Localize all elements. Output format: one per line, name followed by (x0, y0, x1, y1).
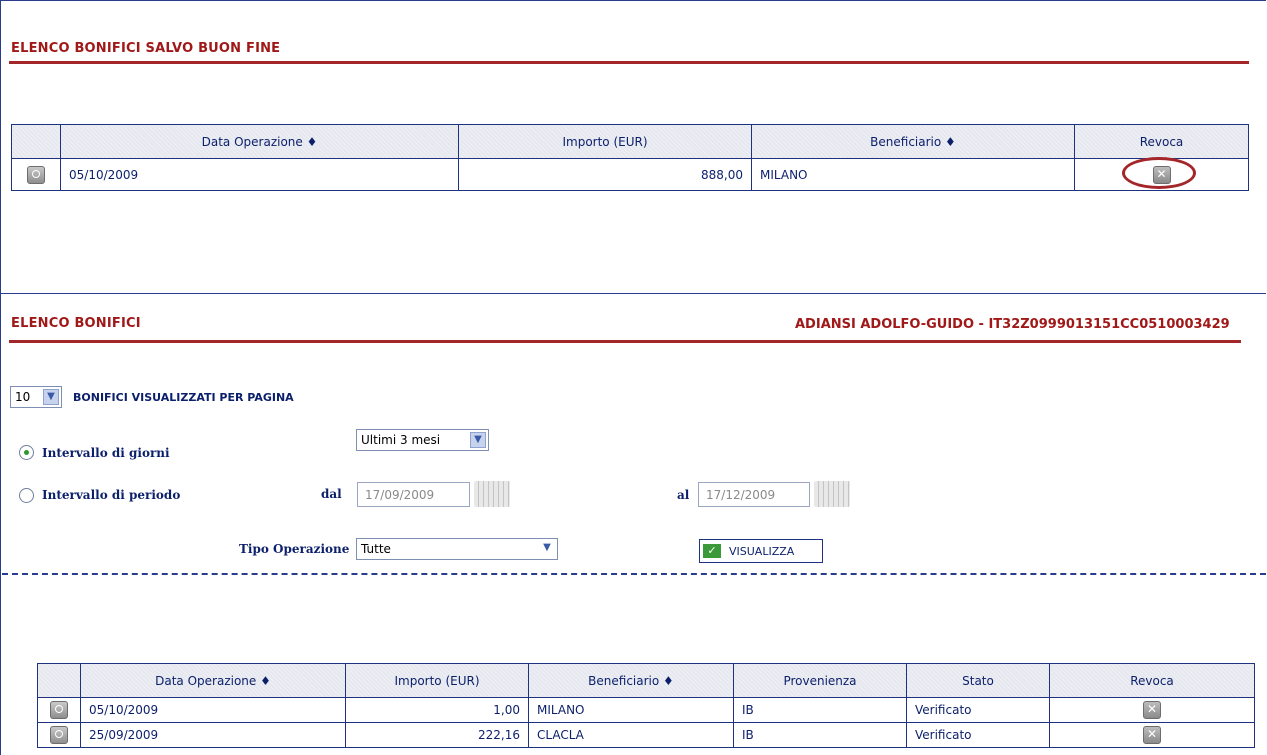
header-data-operazione[interactable]: Data Operazione ♦ (60, 124, 459, 159)
header-beneficiario[interactable]: Beneficiario ♦ (751, 124, 1075, 159)
calendar-icon[interactable] (474, 481, 510, 507)
tipo-operazione-label: Tipo Operazione (239, 542, 350, 556)
cell-provenienza: IB (733, 722, 907, 748)
radio-giorni-label: Intervallo di giorni (42, 446, 170, 460)
cell-beneficiario: MILANO (751, 158, 1075, 191)
cell-stato: Verificato (906, 722, 1050, 748)
per-page-label: BONIFICI VISUALIZZATI PER PAGINA (73, 391, 294, 404)
al-field[interactable]: 17/12/2009 (698, 482, 810, 507)
cell-importo: 222,16 (345, 722, 529, 748)
cell-data: 25/09/2009 (80, 722, 346, 748)
tipo-operazione-select[interactable]: Tutte ▼ (356, 538, 558, 560)
cell-importo: 888,00 (458, 158, 752, 191)
section-title-salvo-buon-fine: ELENCO BONIFICI SALVO BUON FINE (11, 41, 281, 56)
title-underline-2 (9, 340, 1241, 343)
header-data-operazione[interactable]: Data Operazione ♦ (80, 663, 346, 698)
tipo-operazione-value: Tutte (361, 542, 391, 556)
header-revoca: Revoca (1049, 663, 1255, 698)
table-row: 25/09/2009 222,16 CLACLA IB Verificato ✕ (37, 722, 1255, 748)
cell-data: 05/10/2009 (60, 158, 459, 191)
cell-data: 05/10/2009 (80, 697, 346, 723)
header-importo: Importo (EUR) (345, 663, 529, 698)
cell-revoca: ✕ (1049, 722, 1255, 748)
dal-label: dal (321, 487, 342, 501)
cell-provenienza: IB (733, 697, 907, 723)
giorni-select[interactable]: Ultimi 3 mesi ▼ (356, 429, 489, 451)
detail-cell (37, 697, 81, 723)
close-icon[interactable]: ✕ (1143, 726, 1161, 744)
cell-importo: 1,00 (345, 697, 529, 723)
detail-cell (11, 158, 61, 191)
header-importo: Importo (EUR) (458, 124, 752, 159)
cell-beneficiario: CLACLA (528, 722, 734, 748)
giorni-value: Ultimi 3 mesi (361, 433, 441, 447)
cell-beneficiario: MILANO (528, 697, 734, 723)
radio-intervallo-giorni[interactable] (19, 445, 34, 460)
dashed-separator (2, 573, 1266, 575)
chevron-down-icon: ▼ (43, 389, 59, 405)
radio-periodo-label: Intervallo di periodo (42, 488, 181, 502)
account-label: ADIANSI ADOLFO-GUIDO - IT32Z0999013151CC… (795, 317, 1230, 332)
radio-intervallo-periodo[interactable] (19, 488, 34, 503)
per-page-select[interactable]: 10 ▼ (10, 386, 62, 408)
header-provenienza: Provenienza (733, 663, 907, 698)
header-stato: Stato (906, 663, 1050, 698)
close-icon[interactable]: ✕ (1143, 701, 1161, 719)
magnifier-icon[interactable] (50, 701, 68, 719)
visualizza-button[interactable]: ✓ VISUALIZZA (699, 539, 823, 563)
al-label: al (677, 488, 690, 502)
calendar-icon[interactable] (814, 481, 850, 507)
per-page-value: 10 (15, 390, 31, 404)
dal-field[interactable]: 17/09/2009 (357, 482, 470, 507)
table-row: 05/10/2009 888,00 MILANO ✕ (11, 158, 1249, 191)
magnifier-icon[interactable] (50, 726, 68, 744)
table-row: 05/10/2009 1,00 MILANO IB Verificato ✕ (37, 697, 1255, 723)
detail-cell (37, 722, 81, 748)
cell-stato: Verificato (906, 697, 1050, 723)
magnifier-icon[interactable] (27, 165, 45, 184)
header-revoca: Revoca (1074, 124, 1249, 159)
section-title-elenco-bonifici: ELENCO BONIFICI (11, 316, 141, 331)
highlight-oval (1122, 157, 1196, 189)
check-icon: ✓ (703, 544, 721, 558)
chevron-down-icon: ▼ (539, 541, 555, 557)
visualizza-label: VISUALIZZA (729, 544, 795, 558)
title-underline (9, 61, 1249, 64)
header-icon-col (11, 124, 61, 159)
header-icon-col (37, 663, 81, 698)
salvo-buon-fine-table: Data Operazione ♦ Importo (EUR) Benefici… (11, 124, 1249, 191)
chevron-down-icon: ▼ (470, 432, 486, 448)
header-beneficiario[interactable]: Beneficiario ♦ (528, 663, 734, 698)
bonifici-table: Data Operazione ♦ Importo (EUR) Benefici… (37, 663, 1255, 748)
cell-revoca: ✕ (1049, 697, 1255, 723)
